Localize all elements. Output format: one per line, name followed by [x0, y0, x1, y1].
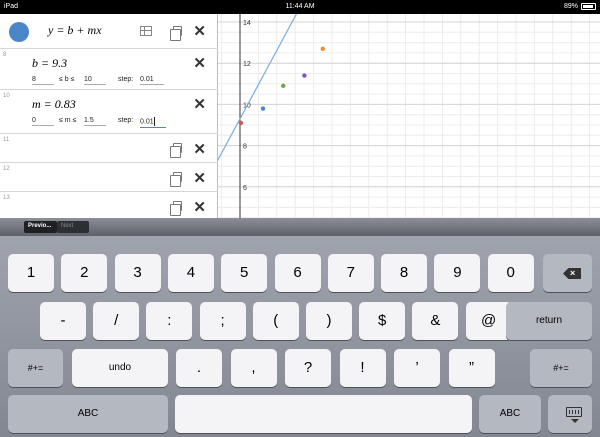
- return-key[interactable]: return: [506, 302, 592, 340]
- close-icon[interactable]: ✕: [193, 140, 206, 158]
- chevron-down-icon: [571, 419, 579, 423]
- data-point: [260, 106, 266, 111]
- graph-plot[interactable]: 141210864: [218, 14, 600, 220]
- duplicate-icon[interactable]: [170, 172, 182, 187]
- close-icon[interactable]: ✕: [193, 198, 206, 216]
- slider-min-input[interactable]: 0: [32, 117, 54, 126]
- best-fit-line: [218, 14, 298, 161]
- undo-key[interactable]: undo: [72, 349, 168, 387]
- duplicate-icon[interactable]: [170, 143, 182, 158]
- close-icon[interactable]: ✕: [193, 169, 206, 187]
- keyboard: 1234567890 -/:;()$&@ return #+= undo .,?…: [0, 236, 600, 437]
- keyboard-accessory-bar: Previo... Next: [0, 218, 600, 236]
- expression-number: 8: [3, 52, 7, 58]
- expression-row[interactable]: 8 b = 9.3 ✕ 8 ≤ b ≤ 10 step: 0.01: [0, 49, 218, 90]
- key-7[interactable]: 7: [327, 254, 374, 292]
- key-9[interactable]: 9: [434, 254, 481, 292]
- data-point: [238, 120, 244, 126]
- space-key[interactable]: [175, 395, 472, 433]
- expression-row[interactable]: y = b + mx ✕: [0, 14, 218, 49]
- duplicate-icon[interactable]: [170, 26, 182, 41]
- expression-row[interactable]: 12 ✕: [0, 163, 218, 192]
- symbol-key[interactable]: /: [93, 302, 140, 340]
- expression-formula[interactable]: y = b + mx: [48, 23, 102, 38]
- symbol-key[interactable]: ): [306, 302, 352, 340]
- y-tick-label: 14: [243, 20, 251, 27]
- abc-key[interactable]: ABC: [479, 395, 541, 433]
- graph-color-icon[interactable]: [9, 22, 29, 42]
- slider-step-input[interactable]: 0.01: [140, 117, 166, 128]
- expression-list: y = b + mx ✕ 8 b = 9.3 ✕ 8 ≤ b ≤ 10 step…: [0, 14, 218, 220]
- expression-row[interactable]: 13 ✕: [0, 192, 218, 220]
- slider-min-input[interactable]: 8: [32, 76, 54, 85]
- key-6[interactable]: 6: [274, 254, 321, 292]
- slider-relation: ≤ b ≤: [59, 76, 75, 83]
- y-tick-label: 8: [243, 144, 247, 151]
- slider-max-input[interactable]: 1.5: [84, 117, 106, 126]
- data-point: [320, 46, 325, 51]
- previous-button[interactable]: Previo...: [24, 221, 57, 233]
- symbol-key[interactable]: :: [146, 302, 193, 340]
- data-point: [281, 83, 286, 89]
- next-button[interactable]: Next: [57, 221, 89, 233]
- expression-row[interactable]: 11 ✕: [0, 134, 218, 163]
- abc-key[interactable]: ABC: [8, 395, 168, 433]
- status-bar: iPad 11:44 AM 89%: [0, 0, 600, 14]
- y-tick-label: 12: [243, 61, 251, 68]
- more-symbols-key[interactable]: #+=: [8, 349, 63, 387]
- symbol-key[interactable]: ’: [394, 349, 440, 387]
- key-5[interactable]: 5: [221, 254, 268, 292]
- keyboard-dismiss-key[interactable]: [548, 395, 592, 433]
- slider-relation: ≤ m ≤: [59, 117, 77, 124]
- key-4[interactable]: 4: [167, 254, 214, 292]
- symbol-key[interactable]: .: [176, 349, 222, 387]
- symbol-key[interactable]: $: [359, 302, 406, 340]
- close-icon[interactable]: ✕: [193, 95, 206, 113]
- backspace-key[interactable]: [543, 254, 592, 292]
- table-icon[interactable]: [140, 26, 152, 36]
- symbol-key[interactable]: &: [412, 302, 459, 340]
- close-icon[interactable]: ✕: [193, 22, 206, 40]
- more-symbols-key[interactable]: #+=: [530, 349, 592, 387]
- slider-step-label: step:: [118, 76, 134, 83]
- symbol-key[interactable]: (: [252, 302, 299, 340]
- status-time: 11:44 AM: [285, 3, 315, 10]
- data-point: [302, 73, 307, 78]
- duplicate-icon[interactable]: [170, 201, 182, 216]
- symbol-key[interactable]: ;: [199, 302, 246, 340]
- key-8[interactable]: 8: [381, 254, 428, 292]
- backspace-icon: [563, 268, 581, 279]
- slider-step-label: step:: [118, 117, 134, 124]
- close-icon[interactable]: ✕: [193, 54, 206, 72]
- symbol-key[interactable]: ?: [285, 349, 331, 387]
- key-2[interactable]: 2: [61, 254, 108, 292]
- symbol-key[interactable]: ”: [448, 349, 495, 387]
- expression-number: 12: [3, 166, 10, 172]
- text-cursor: [153, 117, 155, 126]
- slider-max-input[interactable]: 10: [84, 76, 106, 85]
- key-1[interactable]: 1: [8, 254, 54, 292]
- symbol-key[interactable]: !: [339, 349, 386, 387]
- expression-formula[interactable]: b = 9.3: [32, 56, 67, 71]
- symbol-key[interactable]: @: [465, 302, 512, 340]
- battery-icon: [581, 3, 596, 10]
- expression-formula[interactable]: m = 0.83: [32, 97, 76, 112]
- expression-row[interactable]: 10 m = 0.83 ✕ 0 ≤ m ≤ 1.5 step: 0.01: [0, 90, 218, 134]
- slider-step-input[interactable]: 0.01: [140, 76, 164, 85]
- symbol-key[interactable]: ,: [230, 349, 277, 387]
- key-0[interactable]: 0: [487, 254, 534, 292]
- key-3[interactable]: 3: [114, 254, 161, 292]
- graph-canvas[interactable]: 141210864: [218, 14, 600, 220]
- battery-percent: 89%: [563, 3, 578, 10]
- y-tick-label: 6: [243, 185, 247, 192]
- symbol-key[interactable]: -: [40, 302, 86, 340]
- expression-number: 13: [3, 195, 10, 201]
- expression-number: 11: [3, 137, 10, 143]
- expression-number: 10: [3, 93, 10, 99]
- keyboard-icon: [566, 407, 582, 417]
